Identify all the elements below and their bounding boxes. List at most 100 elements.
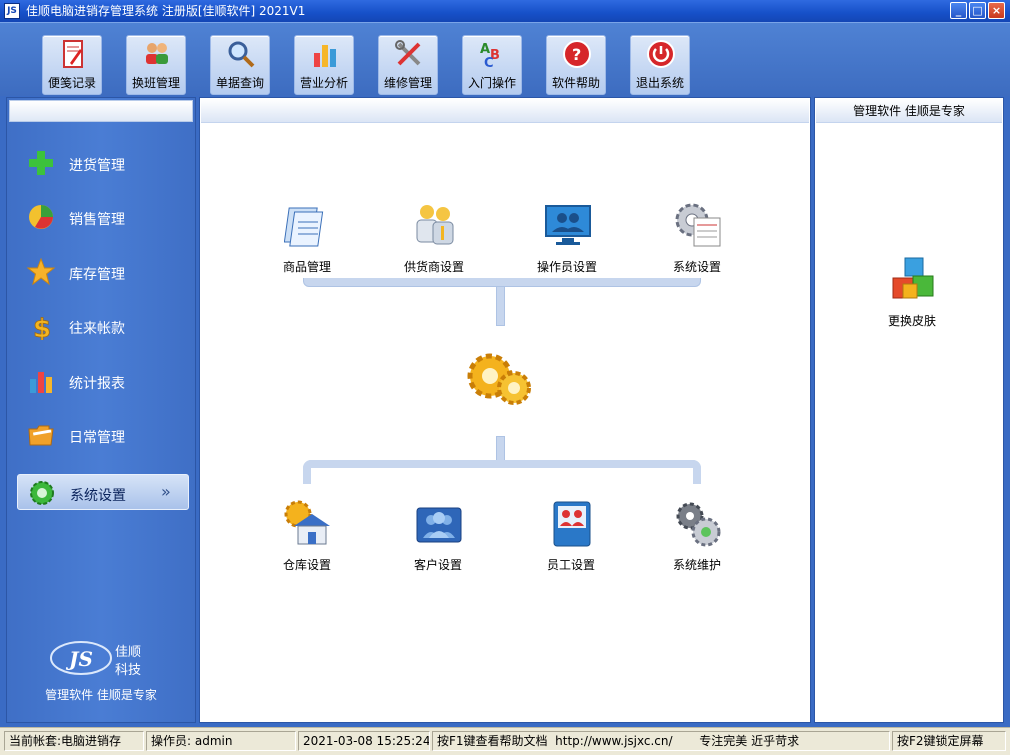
toolbar-label: 退出系统 (635, 76, 684, 90)
toolbar-label: 单据查询 (215, 76, 264, 90)
toolbar-label: 入门操作 (467, 76, 516, 90)
title-bar: JS 佳顺电脑进销存管理系统 注册版[佳顺软件] 2021V1 _ □ × (0, 0, 1010, 22)
customer-settings-button[interactable]: 客户设置 (393, 500, 483, 580)
monitor-users-icon (545, 205, 591, 245)
status-help: 按F1键查看帮助文档 http://www.jsjxc.cn/ 专注完美 近乎苛… (432, 731, 890, 751)
status-bar: 当前帐套:电脑进销存 操作员: admin 2021-03-08 15:25:2… (0, 727, 1010, 755)
svg-text:$: $ (33, 314, 51, 340)
warehouse-icon (284, 500, 330, 545)
cubes-icon (892, 257, 934, 299)
toolbar-notes-button[interactable]: 便笺记录 (42, 35, 102, 95)
connector-bottom-bar (303, 460, 701, 484)
change-skin-button[interactable]: 更换皮肤 (867, 256, 957, 336)
sidebar-item-settings[interactable]: 系统设置 » (17, 474, 189, 510)
function-label: 供货商设置 (403, 260, 464, 274)
gears-icon (467, 353, 531, 405)
sidebar-item-daily[interactable]: 日常管理 (17, 417, 189, 453)
app-logo-icon: JS (4, 3, 20, 19)
function-label: 商品管理 (282, 260, 331, 274)
sidebar-item-purchase[interactable]: 进货管理 (17, 145, 189, 181)
svg-text:C: C (484, 56, 494, 69)
right-panel-header: 管理软件 佳顺是专家 (816, 99, 1002, 123)
toolbar-label: 营业分析 (299, 76, 348, 90)
toolbar-label: 维修管理 (383, 76, 432, 90)
sidebar: 进货管理 销售管理 库存管理 $ 往来帐款 统计报表 日常管理 系统设置 » J… (6, 97, 196, 723)
svg-text:佳顺: 佳顺 (115, 645, 141, 660)
sidebar-item-sales[interactable]: 销售管理 (17, 199, 189, 235)
company-logo: JS 佳顺 科技 (50, 641, 141, 678)
bar-chart-icon (30, 372, 52, 393)
toolbar-help-button[interactable]: ? 软件帮助 (546, 35, 606, 95)
magnifier-icon (228, 41, 255, 68)
operator-settings-button[interactable]: 操作员设置 (522, 202, 612, 282)
help-icon: ? (563, 40, 591, 68)
settings-sheet-icon (675, 203, 721, 247)
sidebar-slogan: 管理软件 佳顺是专家 (45, 688, 157, 702)
goods-management-button[interactable]: 商品管理 (262, 202, 352, 282)
toolbar-analysis-button[interactable]: 营业分析 (294, 35, 354, 95)
status-datetime: 2021-03-08 15:25:24 (298, 731, 430, 751)
toolbar-label: 软件帮助 (551, 76, 600, 90)
abc-icon: A B C (480, 42, 500, 69)
svg-text:A: A (480, 42, 490, 57)
toolbar-query-button[interactable]: 单据查询 (210, 35, 270, 95)
close-button[interactable]: × (988, 2, 1005, 19)
system-maintenance-button[interactable]: 系统维护 (652, 500, 742, 580)
sidebar-item-label: 进货管理 (69, 158, 125, 174)
toolbar-repair-button[interactable]: 维修管理 (378, 35, 438, 95)
function-label: 系统维护 (672, 558, 721, 572)
supplier-settings-button[interactable]: 供货商设置 (389, 202, 479, 282)
sidebar-item-reports[interactable]: 统计报表 (17, 363, 189, 399)
skin-label: 更换皮肤 (887, 314, 936, 328)
chevron-right-icon: » (161, 482, 171, 501)
function-label: 员工设置 (546, 558, 595, 572)
people-icon (416, 205, 454, 245)
employee-settings-button[interactable]: 员工设置 (526, 500, 616, 580)
plus-icon (29, 151, 53, 175)
function-panel-header (201, 99, 809, 123)
minimize-button[interactable]: _ (950, 2, 967, 19)
power-icon (647, 40, 675, 68)
tools-icon (395, 40, 421, 66)
status-operator: 操作员: admin (146, 731, 296, 751)
status-lock: 按F2键锁定屏幕 (892, 731, 1006, 751)
sidebar-item-label: 库存管理 (69, 267, 125, 283)
sidebar-item-inventory[interactable]: 库存管理 (17, 254, 189, 290)
sidebar-item-label: 系统设置 (70, 488, 126, 504)
star-icon (27, 258, 55, 286)
sidebar-item-accounts[interactable]: $ 往来帐款 (17, 308, 189, 344)
warehouse-settings-button[interactable]: 仓库设置 (262, 500, 352, 580)
maximize-button[interactable]: □ (969, 2, 986, 19)
maintenance-gears-icon (676, 502, 721, 547)
svg-text:JS: JS (65, 647, 93, 671)
right-panel: 管理软件 佳顺是专家 更换皮肤 (814, 97, 1004, 723)
toolbar-label: 换班管理 (131, 76, 180, 90)
main-toolbar: 便笺记录 换班管理 单据查询 营业分析 维修管理 A B C 入门操作 ? 软件… (0, 22, 1010, 96)
notepad-icon (63, 40, 83, 68)
toolbar-exit-button[interactable]: 退出系统 (630, 35, 690, 95)
users-swap-icon (146, 43, 168, 64)
status-account: 当前帐套:电脑进销存 (4, 731, 144, 751)
documents-icon (284, 207, 324, 247)
function-label: 系统设置 (672, 260, 721, 274)
dollar-icon: $ (33, 314, 52, 340)
connector-top-stem (496, 286, 505, 326)
function-panel: 商品管理 供货商设置 操作员设置 系统设置 仓库设置 客户设置 员工设置 系统维… (199, 97, 811, 723)
window-title: 佳顺电脑进销存管理系统 注册版[佳顺软件] 2021V1 (26, 4, 306, 18)
toolbar-shift-button[interactable]: 换班管理 (126, 35, 186, 95)
staff-icon (553, 501, 591, 547)
pie-chart-icon (29, 205, 53, 229)
bar-chart-icon (314, 45, 336, 67)
toolbar-guide-button[interactable]: A B C 入门操作 (462, 35, 522, 95)
toolbar-label: 便笺记录 (47, 76, 96, 90)
svg-text:科技: 科技 (115, 663, 141, 678)
sidebar-item-label: 往来帐款 (69, 321, 125, 337)
system-settings-button[interactable]: 系统设置 (652, 202, 742, 282)
sidebar-item-label: 日常管理 (69, 430, 125, 446)
svg-text:?: ? (572, 45, 581, 64)
gear-icon (30, 481, 54, 505)
sidebar-header (9, 100, 193, 122)
sidebar-item-label: 统计报表 (69, 376, 125, 392)
sidebar-item-label: 销售管理 (69, 212, 125, 228)
folder-icon (28, 425, 54, 446)
